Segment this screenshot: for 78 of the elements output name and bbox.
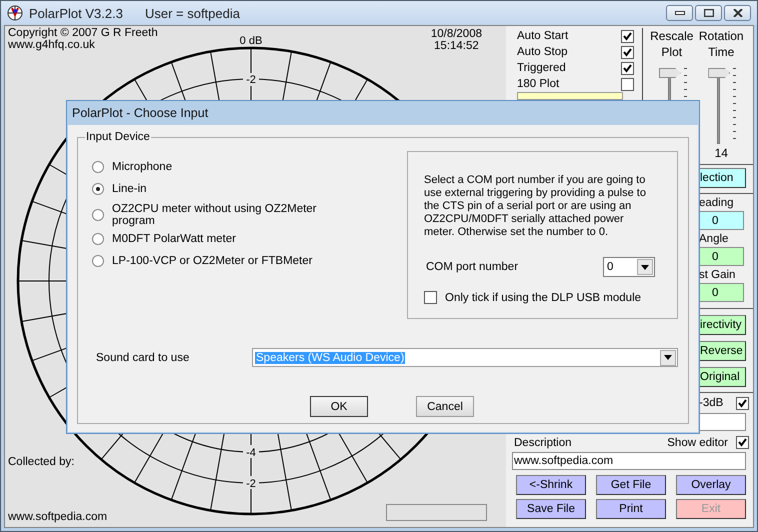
radio-label: Microphone (112, 161, 172, 173)
slider-label: Rescale Plot (649, 28, 694, 60)
checkbox[interactable] (424, 291, 437, 304)
option-label: Triggered (517, 62, 566, 74)
minus-3db-label: -3dB (699, 397, 724, 409)
radio-label: M0DFT PolarWatt meter (112, 233, 236, 245)
window-title: PolarPlot V3.2.3 (29, 6, 123, 20)
show-editor-label: Show editor (667, 436, 728, 448)
maximize-icon (704, 9, 714, 17)
footer-url-text: www.softpedia.com (8, 511, 108, 523)
ring-label: -4 (246, 447, 256, 459)
action-button[interactable]: irectivity (699, 315, 746, 335)
com-port-label: COM port number (426, 261, 518, 273)
dlp-label: Only tick if using the DLP USB module (445, 292, 642, 304)
slider-label: Rotation Time (698, 28, 745, 60)
copyright-text: Copyright © 2007 G R Freeth (8, 27, 158, 39)
radio-label: OZ2CPU meter without using OZ2Meter program (112, 203, 318, 227)
app-logo-icon (7, 5, 23, 21)
checkbox[interactable] (736, 436, 749, 449)
radio-button[interactable] (92, 161, 104, 173)
ok-button[interactable]: OK (310, 396, 368, 417)
command-button[interactable]: Get File (596, 475, 666, 495)
group-label: Input Device (85, 131, 151, 143)
checkbox[interactable] (736, 396, 749, 410)
radio-button[interactable] (92, 233, 104, 245)
ring-label: -2 (246, 478, 256, 490)
text-field[interactable] (699, 413, 746, 431)
slider-thumb[interactable] (708, 68, 730, 78)
checkbox[interactable] (621, 78, 634, 90)
readout-label: eading (699, 197, 735, 211)
description-field[interactable]: www.softpedia.com (512, 452, 746, 470)
sound-card-label: Sound card to use (96, 352, 190, 364)
command-button[interactable]: Print (596, 499, 666, 519)
command-button[interactable]: Overlay (676, 475, 746, 495)
cancel-button[interactable]: Cancel (416, 396, 474, 417)
maximize-button[interactable] (695, 5, 722, 21)
minimize-icon (674, 11, 684, 15)
dropdown-arrow-icon (664, 355, 672, 360)
readout-label: st Gain (699, 269, 736, 283)
slider-reading: 14 (714, 146, 728, 160)
close-icon (732, 9, 742, 17)
radio-button[interactable] (92, 183, 104, 195)
radio-label: Line-in (112, 183, 147, 195)
checkbox[interactable] (621, 46, 634, 58)
ring-label: 0 dB (240, 35, 262, 47)
readout-label: Angle (699, 233, 730, 247)
selection-button[interactable]: lection (699, 168, 746, 188)
close-button[interactable] (724, 5, 751, 21)
com-port-select[interactable]: 0 (603, 257, 655, 277)
readout-value: 0 (699, 247, 744, 266)
action-button[interactable]: Original (699, 367, 746, 387)
date-text: 10/8/2008 (430, 28, 482, 40)
ring-label: -2 (246, 74, 256, 86)
dialog-title: PolarPlot - Choose Input (71, 105, 210, 122)
dropdown-arrow-icon (641, 264, 649, 270)
minimize-button[interactable] (666, 5, 693, 21)
command-button[interactable]: <-Shrink (516, 475, 586, 495)
radio-button[interactable] (92, 209, 104, 221)
checkmark-icon (738, 398, 747, 408)
description-label: Description (514, 436, 572, 448)
website-text: www.g4hfq.co.uk (8, 39, 96, 51)
checkbox[interactable] (621, 30, 634, 42)
action-button[interactable]: Reverse (699, 341, 746, 361)
radio-button[interactable] (92, 255, 104, 267)
option-label: Auto Start (517, 30, 568, 42)
command-button[interactable]: Save File (516, 499, 586, 519)
checkbox[interactable] (621, 62, 634, 74)
slider-thumb[interactable] (658, 68, 681, 78)
user-label: User = softpedia (144, 6, 240, 20)
time-text: 15:14:52 (434, 40, 479, 52)
com-help-text: Select a COM port number if you are going to use external triggering by providing a pulse to the CTS pin of a serial port or are using an OZ2CPU/M0DFT serially attached power meter. Otherwise set the number to 0. (424, 174, 647, 239)
readout-value: 0 (699, 283, 744, 302)
checkmark-icon (738, 438, 747, 447)
radio-label: LP-100-VCP or OZ2Meter or FTBMeter (112, 255, 312, 267)
readout-value: 0 (699, 211, 744, 230)
option-label: 180 Plot (517, 78, 560, 90)
collected-by-label: Collected by: (8, 456, 76, 468)
option-label: Auto Stop (517, 46, 568, 58)
